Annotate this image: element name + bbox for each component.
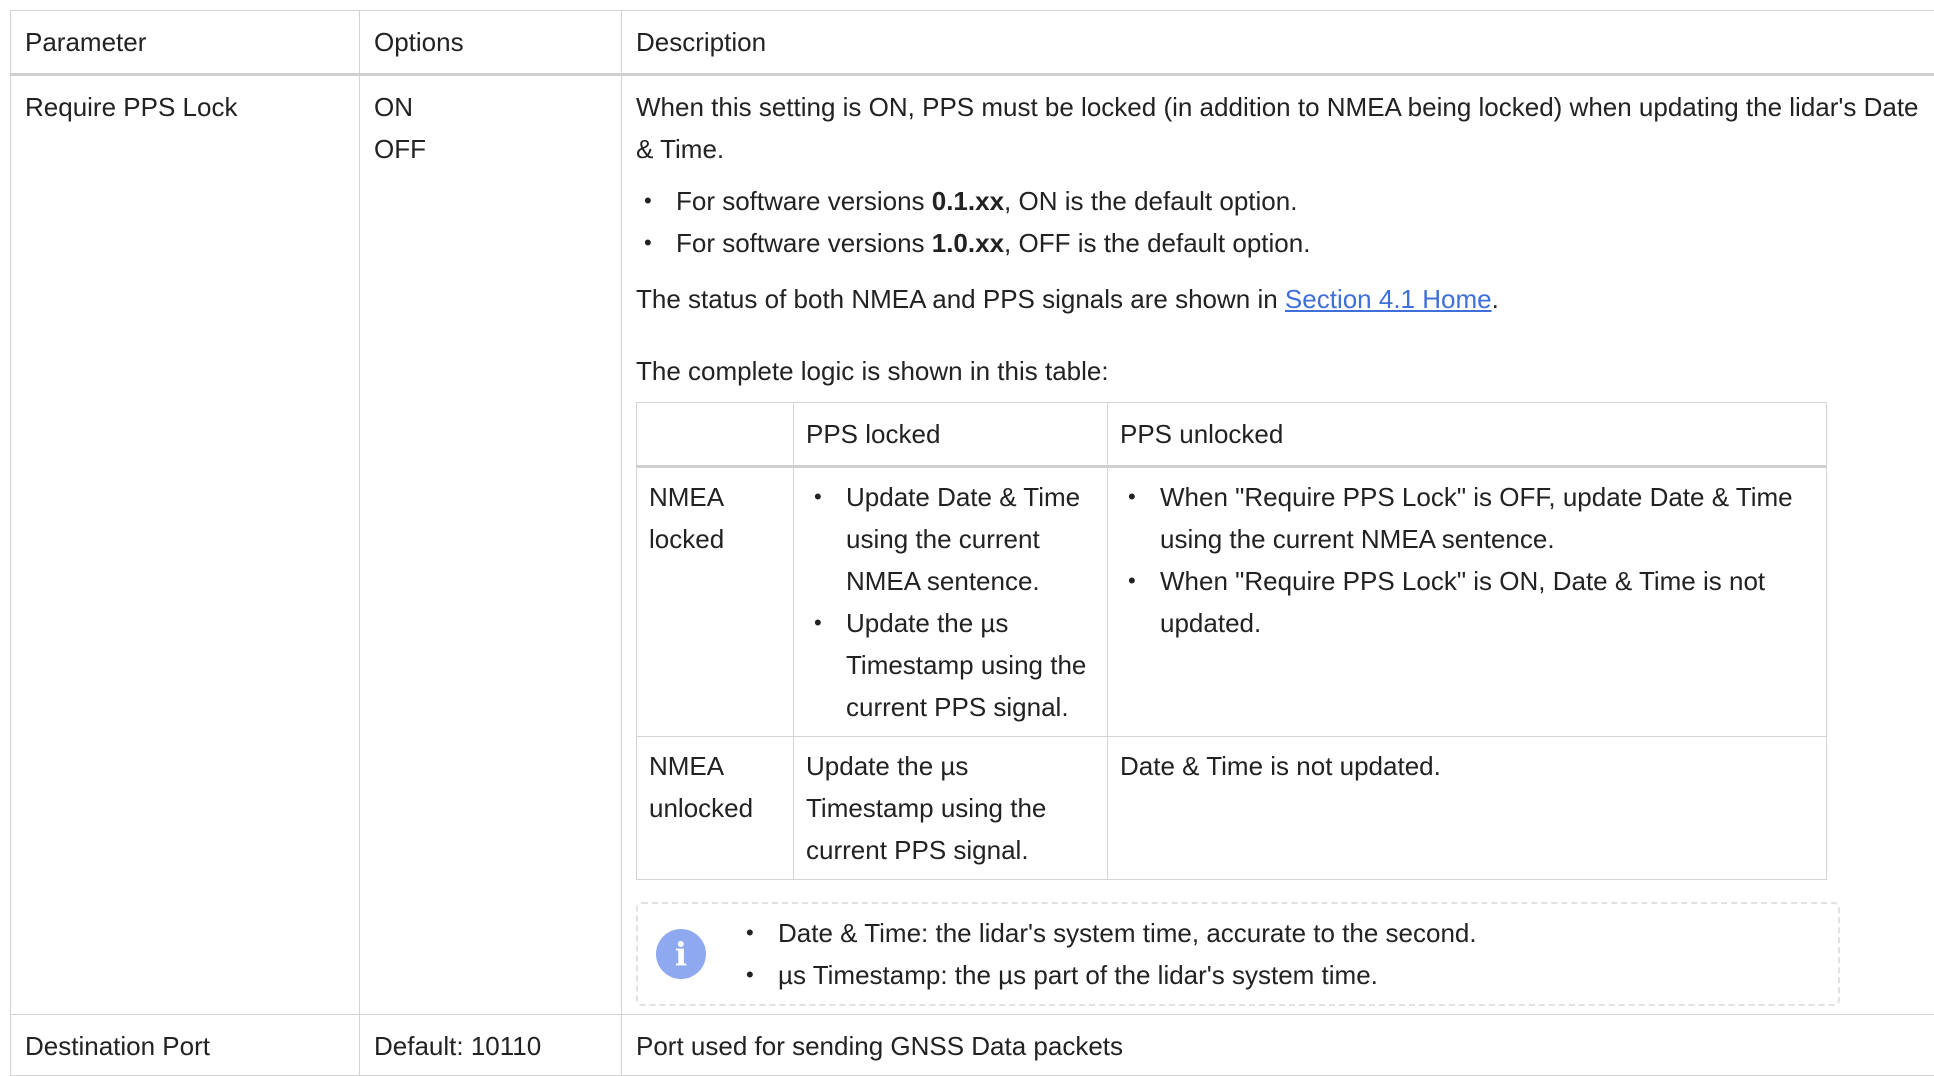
header-parameter: Parameter (11, 11, 360, 75)
info-icon: i (656, 929, 706, 979)
logic-table: PPS locked PPS unlocked NMEA locked Upda… (636, 402, 1827, 880)
description-cell: When this setting is ON, PPS must be loc… (622, 75, 1934, 1015)
table-row: Destination Port Default: 10110 Port use… (11, 1015, 1934, 1076)
header-description: Description (622, 11, 1934, 75)
bullet-suffix: , ON is the default option. (1004, 186, 1297, 216)
options-cell: Default: 10110 (360, 1015, 622, 1076)
status-prefix: The status of both NMEA and PPS signals … (636, 284, 1285, 314)
logic-header-pps-unlocked: PPS unlocked (1108, 403, 1827, 467)
options-cell: ON OFF (360, 75, 622, 1015)
bullet-suffix: , OFF is the default option. (1004, 228, 1310, 258)
logic-cell: Date & Time is not updated. (1108, 737, 1827, 880)
list-item: µs Timestamp: the µs part of the lidar's… (738, 954, 1477, 996)
logic-row-label: NMEA unlocked (637, 737, 794, 880)
logic-cell: When "Require PPS Lock" is OFF, update D… (1108, 467, 1827, 737)
list-item: When "Require PPS Lock" is ON, Date & Ti… (1120, 560, 1814, 644)
description-cell: Port used for sending GNSS Data packets (622, 1015, 1934, 1076)
version-bold: 0.1.xx (932, 186, 1004, 216)
list-item: When "Require PPS Lock" is OFF, update D… (1120, 476, 1814, 560)
logic-list: When "Require PPS Lock" is OFF, update D… (1120, 476, 1814, 644)
info-note: i Date & Time: the lidar's system time, … (636, 902, 1840, 1006)
list-item: Date & Time: the lidar's system time, ac… (738, 912, 1477, 954)
status-paragraph: The status of both NMEA and PPS signals … (636, 278, 1934, 320)
logic-header-row: PPS locked PPS unlocked (637, 403, 1827, 467)
logic-cell: Update Date & Time using the current NME… (794, 467, 1108, 737)
list-item: For software versions 1.0.xx, OFF is the… (636, 222, 1934, 264)
table-row: Require PPS Lock ON OFF When this settin… (11, 75, 1934, 1015)
header-row: Parameter Options Description (11, 11, 1934, 75)
description-intro: When this setting is ON, PPS must be loc… (636, 86, 1934, 170)
section-home-link[interactable]: Section 4.1 Home (1285, 284, 1492, 314)
option-on: ON (374, 86, 607, 128)
option-off: OFF (374, 128, 607, 170)
logic-row: NMEA unlocked Update the µs Timestamp us… (637, 737, 1827, 880)
note-list: Date & Time: the lidar's system time, ac… (738, 912, 1477, 996)
logic-cell: Update the µs Timestamp using the curren… (794, 737, 1108, 880)
logic-row: NMEA locked Update Date & Time using the… (637, 467, 1827, 737)
logic-header-pps-locked: PPS locked (794, 403, 1108, 467)
bullet-prefix: For software versions (676, 228, 932, 258)
parameters-table: Parameter Options Description Require PP… (10, 10, 1934, 1076)
status-suffix: . (1492, 284, 1499, 314)
parameter-cell: Destination Port (11, 1015, 360, 1076)
logic-row-label: NMEA locked (637, 467, 794, 737)
header-options: Options (360, 11, 622, 75)
logic-intro: The complete logic is shown in this tabl… (636, 350, 1934, 392)
version-list: For software versions 0.1.xx, ON is the … (636, 180, 1934, 264)
list-item: Update Date & Time using the current NME… (806, 476, 1095, 602)
parameter-cell: Require PPS Lock (11, 75, 360, 1015)
list-item: Update the µs Timestamp using the curren… (806, 602, 1095, 728)
bullet-prefix: For software versions (676, 186, 932, 216)
version-bold: 1.0.xx (932, 228, 1004, 258)
logic-header-empty (637, 403, 794, 467)
logic-list: Update Date & Time using the current NME… (806, 476, 1095, 728)
list-item: For software versions 0.1.xx, ON is the … (636, 180, 1934, 222)
